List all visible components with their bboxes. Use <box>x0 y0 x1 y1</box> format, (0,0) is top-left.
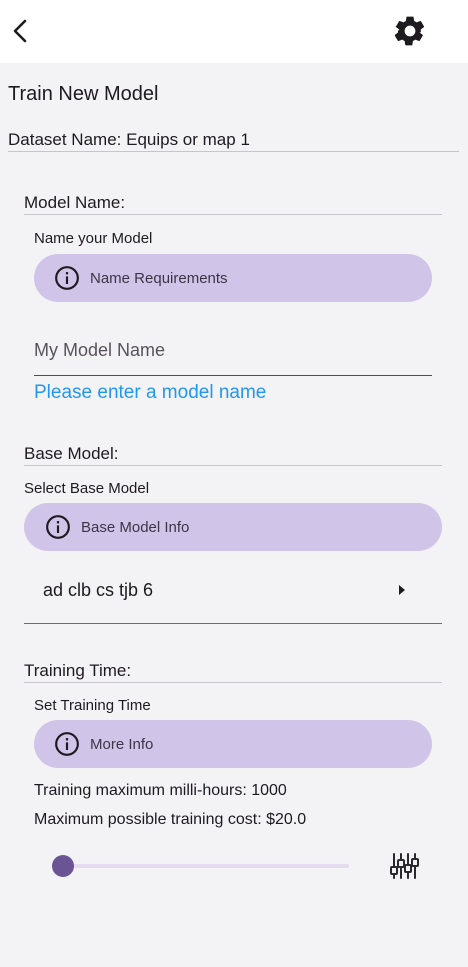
more-info-label: More Info <box>90 735 154 753</box>
max-cost-text: Maximum possible training cost: $20.0 <box>34 811 307 828</box>
max-milli-hours-text: Training maximum milli-hours: 1000 <box>34 782 287 799</box>
base-model-sub-label: Select Base Model <box>24 480 150 497</box>
model-name-error: Please enter a model name <box>34 382 267 403</box>
more-info-button[interactable]: More Info <box>34 720 432 768</box>
base-model-dropdown-underline <box>24 623 442 624</box>
info-icon <box>55 732 79 756</box>
base-model-info-button[interactable]: Base Model Info <box>24 503 442 551</box>
name-requirements-label: Name Requirements <box>90 269 228 287</box>
arrow-back-icon <box>13 19 27 43</box>
base-model-selected-value: ad clb cs tjb 6 <box>43 580 154 600</box>
training-time-slider[interactable] <box>50 852 352 880</box>
info-icon <box>55 266 79 290</box>
slider-track[interactable] <box>62 864 349 868</box>
base-model-info-label: Base Model Info <box>81 518 190 536</box>
model-name-sub-label: Name your Model <box>34 230 153 247</box>
model-name-input[interactable] <box>34 322 432 374</box>
model-name-divider <box>24 214 442 215</box>
base-model-section-title: Base Model: <box>24 444 119 463</box>
base-model-dropdown[interactable]: ad clb cs tjb 6 <box>24 566 442 624</box>
model-name-underline <box>34 375 432 376</box>
page-title: Train New Model <box>8 83 159 105</box>
tune-icon <box>390 853 419 879</box>
training-time-sub-label: Set Training Time <box>34 697 151 714</box>
model-name-field[interactable] <box>34 322 432 376</box>
app-bar <box>0 0 468 63</box>
name-requirements-button[interactable]: Name Requirements <box>34 254 432 302</box>
base-model-divider <box>24 465 442 466</box>
back-button[interactable] <box>10 16 34 46</box>
caret-right-icon <box>399 585 405 595</box>
slider-thumb[interactable] <box>52 855 74 877</box>
model-name-section-title: Model Name: <box>24 193 126 212</box>
info-icon <box>46 515 70 539</box>
training-time-section-title: Training Time: <box>24 661 132 680</box>
training-time-divider <box>24 682 442 683</box>
dataset-name-label: Dataset Name: Equips or map 1 <box>8 130 250 149</box>
gear-icon <box>394 16 425 46</box>
tune-button[interactable] <box>389 851 421 881</box>
dataset-divider <box>8 151 459 152</box>
settings-button[interactable] <box>392 13 428 49</box>
